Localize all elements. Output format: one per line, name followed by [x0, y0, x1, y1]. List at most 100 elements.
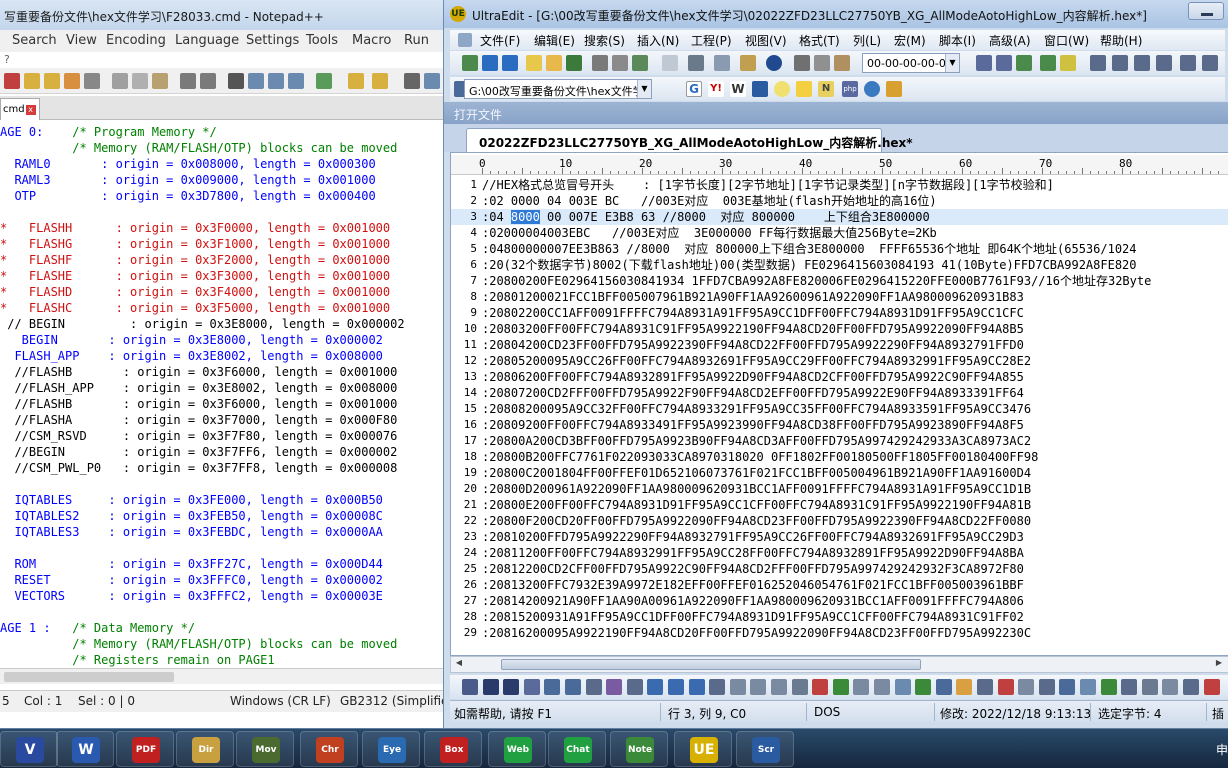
ue-find-prev-icon[interactable] [1016, 55, 1032, 71]
format-tool-icon[interactable] [832, 679, 849, 695]
taskbar-app-button[interactable]: W [56, 731, 114, 767]
npp-zoom-out-icon[interactable] [288, 73, 304, 89]
ue-line[interactable]: 12:20805200095A9CC26FF00FFC794A8932691FF… [451, 353, 1228, 369]
ue-new-icon[interactable] [462, 55, 478, 71]
taskbar-app-button[interactable]: Web [488, 731, 546, 767]
format-tool-icon[interactable] [1100, 679, 1117, 695]
taskbar-app-button[interactable]: V [0, 731, 58, 767]
ue-find-next-icon[interactable] [996, 55, 1012, 71]
npp-print-icon[interactable] [84, 73, 100, 89]
ue-web-search-icon[interactable] [752, 81, 768, 97]
sun-icon[interactable] [796, 81, 812, 97]
ue-document-icon[interactable] [458, 33, 472, 47]
ue-text-area[interactable]: 1 //HEX格式总览冒号开头 : [1字节长度][2字节地址][1字节记录类型]… [451, 175, 1228, 641]
ue-menu-format[interactable]: 格式(T) [799, 32, 840, 49]
ue-line[interactable]: 19:20800C2001804FF00FFEF01D652106073761F… [451, 465, 1228, 481]
ue-spell-icon[interactable] [632, 55, 648, 71]
npp-open-icon[interactable] [24, 73, 40, 89]
format-tool-icon[interactable] [915, 679, 932, 695]
ue-menu-edit[interactable]: 编辑(E) [534, 32, 575, 49]
format-tool-icon[interactable] [523, 679, 540, 695]
format-tool-icon[interactable] [750, 679, 767, 695]
chevron-down-icon[interactable]: ▼ [945, 54, 959, 72]
bulb-icon[interactable] [774, 81, 790, 97]
format-tool-icon[interactable] [709, 679, 726, 695]
format-tool-icon[interactable] [606, 679, 623, 695]
ue-align-center-icon[interactable] [1112, 55, 1128, 71]
ue-line[interactable]: 16:20809200FF00FFC794A8933491FF95A992399… [451, 417, 1228, 433]
format-tool-icon[interactable] [647, 679, 664, 695]
ue-line[interactable]: 26:20813200FFC7932E39A9972E182EFF00FFEF0… [451, 577, 1228, 593]
ue-line[interactable]: 7:20800200FE02964156030841934 1FFD7CBA99… [451, 273, 1228, 289]
format-tool-icon[interactable] [585, 679, 602, 695]
format-tool-icon[interactable] [565, 679, 581, 695]
format-tool-icon[interactable] [503, 679, 520, 695]
ue-menu-search[interactable]: 搜索(S) [584, 32, 625, 49]
npp-menu-macro[interactable]: Macro [352, 33, 391, 48]
ue-scroll-thumb[interactable] [501, 659, 921, 670]
ue-title-bar[interactable]: UE UltraEdit - [G:\00改写重要备份文件\hex文件学习\02… [444, 0, 1228, 28]
ue-path-combo[interactable]: G:\00改写重要备份文件\hex文件学 ▼ [464, 79, 652, 99]
ue-open-icon[interactable] [526, 55, 542, 71]
windows-icon[interactable] [886, 81, 902, 97]
taskbar-app-button[interactable]: Dir [176, 731, 234, 767]
npp-save-icon[interactable] [44, 73, 60, 89]
ue-cut-icon[interactable] [794, 55, 810, 71]
format-tool-icon[interactable] [729, 679, 746, 695]
ue-list-icon[interactable] [688, 55, 704, 71]
format-tool-icon[interactable] [1059, 679, 1076, 695]
taskbar-app-button[interactable]: Scr [736, 731, 794, 767]
npp-menu-language[interactable]: Language [175, 33, 239, 48]
google-icon[interactable]: G [686, 81, 702, 97]
ue-line[interactable]: 27:20814200921A90FF1AA90A00961A922090FF1… [451, 593, 1228, 609]
format-tool-icon[interactable] [977, 679, 993, 695]
format-tool-icon[interactable] [482, 679, 499, 695]
npp-undo-icon[interactable] [180, 73, 196, 89]
npp-zoom-in-icon[interactable] [268, 73, 284, 89]
format-tool-icon[interactable] [1141, 679, 1158, 695]
format-tool-icon[interactable] [668, 679, 684, 695]
npp-replace-icon[interactable] [248, 73, 264, 89]
ue-line[interactable]: 11:20804200CD23FF00FFD795A9922390FF94A8C… [451, 337, 1228, 353]
ue-line[interactable]: 14:20807200CD2FFF00FFD795A9922F90FF94A8C… [451, 385, 1228, 401]
chevron-down-icon[interactable]: ▼ [637, 80, 651, 98]
ue-line[interactable]: 3:04 8000 00 007E E3B8 63 //8000 对应 8000… [451, 209, 1228, 225]
n-icon[interactable]: N [818, 81, 834, 97]
ue-line[interactable]: 4:02000004003EBC //003E对应 3E000000 FF每行数… [451, 225, 1228, 241]
ue-line[interactable]: 9:20802200CC1AFF0091FFFFC794A8931A91FF95… [451, 305, 1228, 321]
ue-line[interactable]: 15:20808200095A9CC32FF00FFC794A8933291FF… [451, 401, 1228, 417]
npp-code-area[interactable]: AGE 0: /* Program Memory */ /* Memory (R… [0, 124, 446, 670]
format-tool-icon[interactable] [935, 679, 952, 695]
format-tool-icon[interactable] [812, 679, 829, 695]
format-tool-icon[interactable] [853, 679, 870, 695]
format-tool-icon[interactable] [626, 679, 643, 695]
npp-scroll-thumb[interactable] [4, 672, 174, 682]
ue-line[interactable]: 29:20816200095A9922190FF94A8CD20FF00FFD7… [451, 625, 1228, 641]
ue-align-left-icon[interactable] [1090, 55, 1106, 71]
ue-menu-script[interactable]: 脚本(I) [939, 32, 976, 49]
ue-align-right-icon[interactable] [1134, 55, 1150, 71]
npp-indent-icon[interactable] [372, 73, 388, 89]
ue-open-folder-icon[interactable] [546, 55, 562, 71]
ue-find-icon[interactable] [976, 55, 992, 71]
npp-new-icon[interactable] [4, 73, 20, 89]
ue-line[interactable]: 22:20800F200CD20FF00FFD795A9922090FF94A8… [451, 513, 1228, 529]
format-tool-icon[interactable] [688, 679, 705, 695]
ue-copy-icon[interactable] [814, 55, 830, 71]
npp-horizontal-scrollbar[interactable] [0, 668, 446, 684]
minimize-button[interactable] [1188, 2, 1224, 20]
npp-cut-icon[interactable] [112, 73, 128, 89]
ue-replace-icon[interactable] [1040, 55, 1056, 71]
ue-browser-icon[interactable] [864, 81, 880, 97]
ue-doc-icon[interactable] [662, 55, 678, 71]
format-tool-icon[interactable] [1018, 679, 1035, 695]
back-icon[interactable] [482, 55, 498, 71]
npp-menu-help[interactable]: ? [4, 53, 10, 66]
npp-sync-icon[interactable] [316, 73, 332, 89]
format-tool-icon[interactable] [894, 679, 911, 695]
format-tool-icon[interactable] [1183, 679, 1199, 695]
ue-column-icon[interactable] [1180, 55, 1196, 71]
php-icon[interactable]: php [842, 81, 858, 97]
ue-paste-icon[interactable] [834, 55, 850, 71]
ue-menu-insert[interactable]: 插入(N) [637, 32, 679, 49]
